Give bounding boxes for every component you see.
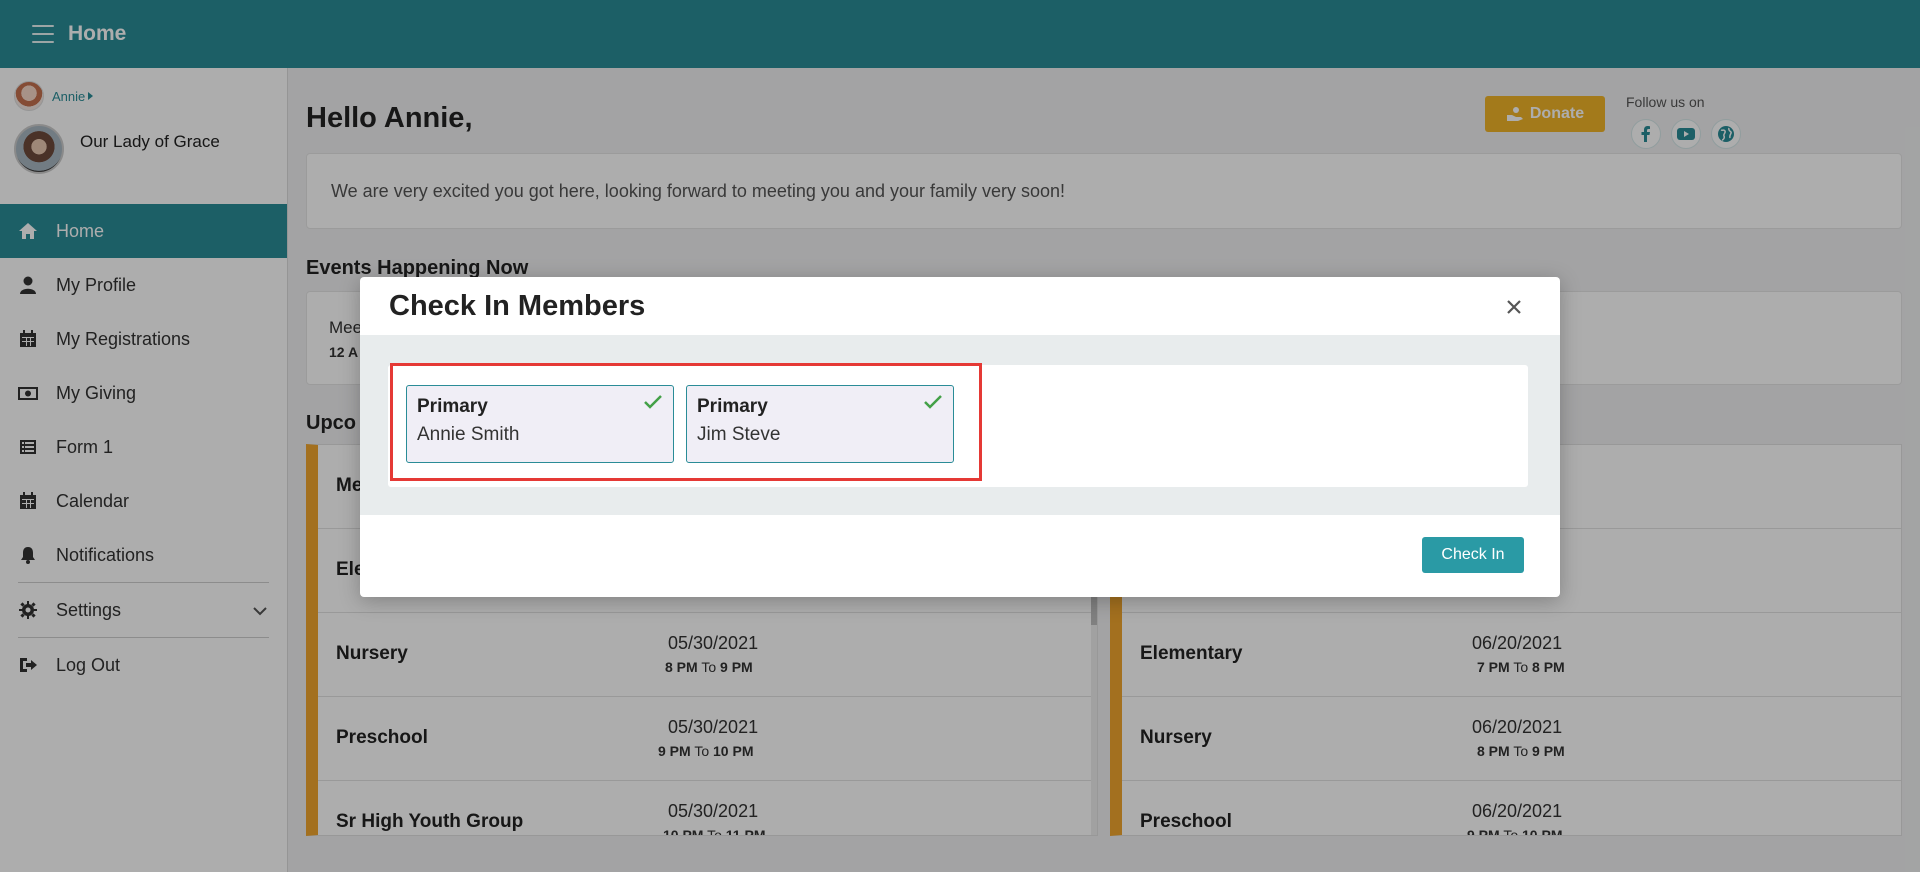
members-list: Primary Annie Smith Primary Jim Steve bbox=[388, 363, 1528, 487]
member-type: Primary bbox=[697, 396, 768, 417]
check-icon bbox=[644, 395, 662, 409]
modal-title: Check In Members bbox=[389, 289, 646, 322]
member-card-jim-steve[interactable]: Primary Jim Steve bbox=[686, 385, 954, 463]
check-in-button[interactable]: Check In bbox=[1422, 537, 1524, 573]
check-icon bbox=[924, 395, 942, 409]
member-name: Jim Steve bbox=[697, 424, 781, 445]
modal-footer: Check In bbox=[360, 515, 1560, 597]
modal-body: Primary Annie Smith Primary Jim Steve bbox=[360, 335, 1560, 515]
member-card-annie-smith[interactable]: Primary Annie Smith bbox=[406, 385, 674, 463]
member-name: Annie Smith bbox=[417, 424, 520, 445]
member-type: Primary bbox=[417, 396, 488, 417]
modal-header: Check In Members bbox=[360, 277, 1560, 335]
close-icon[interactable] bbox=[1504, 297, 1524, 317]
check-in-modal: Check In Members Primary Annie Smith Pri… bbox=[360, 277, 1560, 597]
